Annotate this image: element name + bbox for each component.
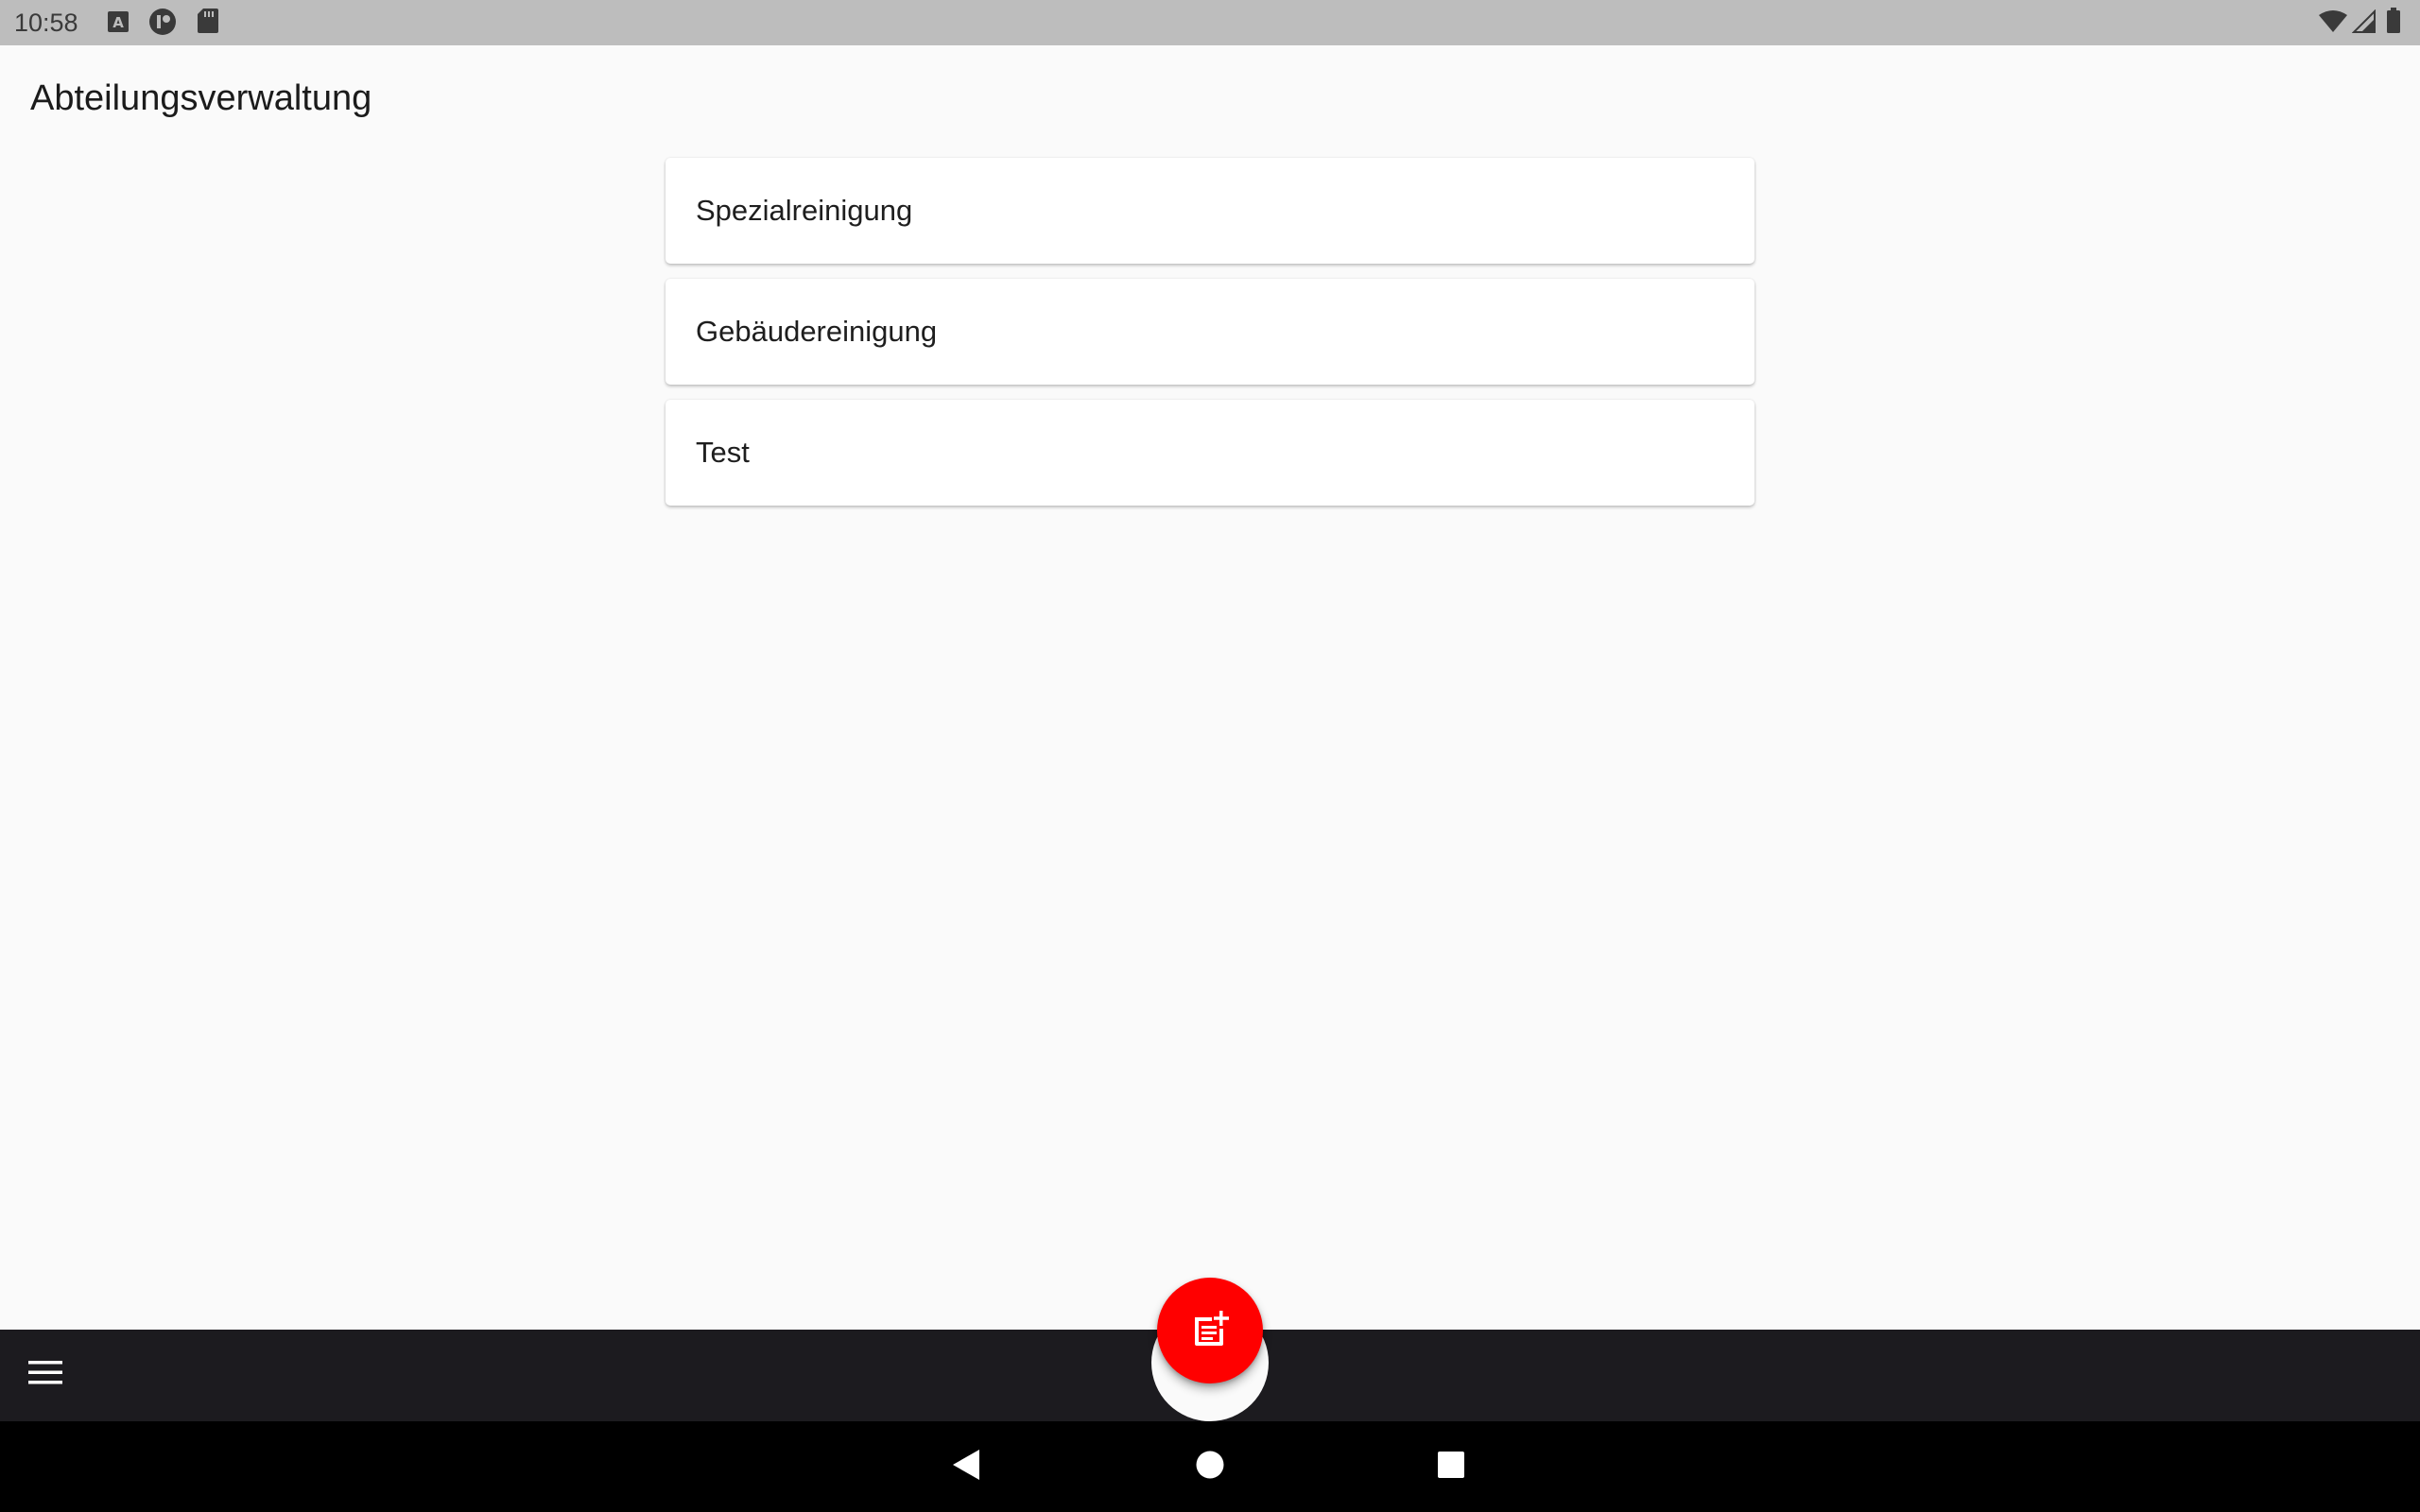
cell-signal-icon (2351, 9, 2377, 39)
home-icon (1195, 1450, 1225, 1485)
app-circle-icon (148, 9, 177, 41)
list-item[interactable]: Spezialreinigung (666, 158, 1754, 264)
list-item[interactable]: Test (666, 400, 1754, 506)
status-bar: 10:58 A (0, 0, 2420, 45)
add-department-button[interactable] (1157, 1278, 1263, 1383)
status-time: 10:58 (14, 9, 78, 37)
svg-text:A: A (112, 14, 124, 31)
recents-icon (1437, 1451, 1465, 1484)
menu-icon (27, 1359, 63, 1390)
department-label: Gebäudereinigung (696, 315, 938, 348)
home-button[interactable] (1184, 1440, 1236, 1493)
sd-card-icon (197, 9, 219, 39)
battery-icon (2386, 8, 2401, 39)
list-item[interactable]: Gebäudereinigung (666, 279, 1754, 385)
back-icon (951, 1449, 981, 1486)
department-label: Spezialreinigung (696, 194, 913, 227)
recents-button[interactable] (1425, 1440, 1478, 1493)
back-button[interactable] (940, 1440, 993, 1493)
add-document-icon (1189, 1308, 1231, 1354)
menu-button[interactable] (21, 1349, 70, 1399)
department-list: Spezialreinigung Gebäudereinigung Test (666, 158, 1754, 521)
department-label: Test (696, 436, 750, 469)
app-screen: 10:58 A Abteilungsverwaltung Spezialrein… (0, 0, 2420, 1512)
wifi-icon (2318, 9, 2348, 39)
page-title: Abteilungsverwaltung (30, 78, 372, 118)
text-a-icon: A (106, 9, 130, 39)
